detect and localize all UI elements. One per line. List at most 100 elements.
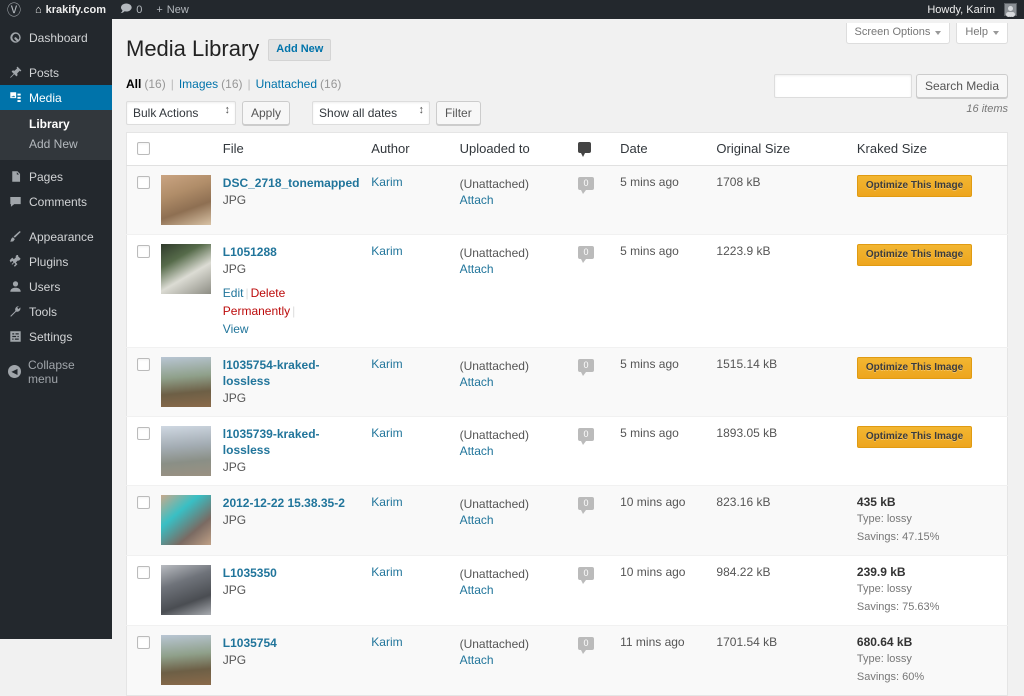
edit-link[interactable]: Edit (223, 286, 244, 300)
help-button[interactable]: Help (956, 23, 1008, 45)
author-link[interactable]: Karim (371, 244, 402, 258)
thumbnail-link[interactable] (160, 494, 211, 545)
attach-link[interactable]: Attach (460, 583, 494, 597)
comments-bubble-menu[interactable]: 🗩 0 (113, 0, 149, 19)
search-input[interactable] (773, 74, 912, 98)
attach-link[interactable]: Attach (460, 375, 494, 389)
bulk-actions-select[interactable]: Bulk Actions (126, 100, 236, 125)
column-header-icon (152, 132, 215, 166)
file-name-link[interactable]: DSC_2718_tonemapped (223, 175, 360, 191)
comment-count-bubble[interactable]: 0 (577, 245, 594, 263)
thumbnail-link[interactable] (160, 174, 211, 225)
column-header-comments[interactable] (569, 132, 613, 166)
author-link[interactable]: Karim (371, 175, 402, 189)
row-select-checkbox[interactable] (137, 175, 150, 189)
search-media-button[interactable]: Search Media (915, 74, 1008, 98)
media-submenu: Library Add New (0, 110, 112, 160)
appearance-brush-icon (8, 230, 22, 244)
attach-link[interactable]: Attach (460, 193, 494, 207)
sidebar-item-tools[interactable]: Tools (0, 299, 112, 324)
sidebar-item-label: Tools (29, 304, 58, 319)
author-link[interactable]: Karim (371, 426, 402, 440)
new-content-menu[interactable]: + New (149, 0, 195, 19)
filter-link-images[interactable]: Images (179, 77, 218, 91)
optimize-this-image-button[interactable]: Optimize This Image (856, 243, 973, 266)
author-link[interactable]: Karim (371, 565, 402, 579)
attach-link[interactable]: Attach (460, 444, 494, 458)
thumbnail-link[interactable] (160, 243, 211, 294)
file-name-link[interactable]: L1035350 (223, 565, 356, 581)
filter-link-unattached[interactable]: Unattached (256, 77, 317, 91)
author-link[interactable]: Karim (371, 495, 402, 509)
file-name-link[interactable]: l1035739-kraked-lossless (223, 426, 356, 458)
column-header-author[interactable]: Author (363, 132, 452, 166)
sidebar-item-pages[interactable]: Pages (0, 164, 112, 189)
view-link[interactable]: View (223, 322, 249, 336)
comment-count-bubble[interactable]: 0 (577, 427, 594, 445)
author-link[interactable]: Karim (371, 635, 402, 649)
sidebar-item-comments[interactable]: Comments (0, 189, 112, 214)
optimize-this-image-button[interactable]: Optimize This Image (856, 174, 973, 197)
admin-sidebar: Dashboard Posts Media Library Add New Pa… (0, 19, 120, 639)
row-select-checkbox[interactable] (137, 495, 150, 509)
sidebar-item-dashboard[interactable]: Dashboard (0, 25, 112, 50)
row-select-checkbox[interactable] (137, 635, 150, 649)
thumbnail-link[interactable] (160, 634, 211, 685)
sidebar-item-posts[interactable]: Posts (0, 60, 112, 85)
column-header-date[interactable]: Date (612, 132, 709, 166)
row-comments-cell: 0 (569, 346, 613, 417)
comment-count-bubble[interactable]: 0 (577, 566, 594, 584)
my-account-menu[interactable]: Howdy, Karim (920, 0, 1024, 19)
sidebar-item-appearance[interactable]: Appearance (0, 224, 112, 249)
column-header-file[interactable]: File (214, 132, 364, 166)
row-file-cell: l1035754-kraked-lossless JPG (214, 346, 364, 417)
users-icon (8, 280, 22, 294)
attach-link[interactable]: Attach (460, 653, 494, 667)
row-original-size-cell: 823.16 kB (708, 484, 849, 556)
row-original-size-cell: 1515.14 kB (708, 346, 849, 417)
row-thumbnail-cell (152, 624, 215, 696)
file-name-link[interactable]: l1035754-kraked-lossless (223, 357, 356, 389)
thumbnail-link[interactable] (160, 564, 211, 615)
screen-options-button[interactable]: Screen Options (845, 23, 951, 45)
row-date-cell: 11 mins ago (612, 624, 709, 696)
sidebar-item-plugins[interactable]: Plugins (0, 249, 112, 274)
sidebar-item-settings[interactable]: Settings (0, 324, 112, 349)
attach-link[interactable]: Attach (460, 513, 494, 527)
site-name-menu[interactable]: ⌂ krakify.com (28, 0, 113, 19)
date-filter-select[interactable]: Show all dates (312, 100, 431, 125)
author-link[interactable]: Karim (371, 357, 402, 371)
file-name-link[interactable]: L1035754 (223, 635, 356, 651)
comment-count-bubble[interactable]: 0 (577, 176, 594, 194)
row-select-checkbox[interactable] (137, 426, 150, 440)
sidebar-item-users[interactable]: Users (0, 274, 112, 299)
comment-count-bubble[interactable]: 0 (577, 358, 594, 376)
wp-logo-menu[interactable]: Ⓥ (0, 0, 28, 19)
row-uploaded-to-cell: (Unattached) Attach (451, 346, 570, 417)
row-select-checkbox[interactable] (137, 357, 150, 371)
filter-link-all[interactable]: All (126, 77, 141, 91)
comment-count-bubble[interactable]: 0 (577, 496, 594, 514)
thumbnail-link[interactable] (160, 356, 211, 407)
attach-link[interactable]: Attach (460, 262, 494, 276)
filter-count-images: (16) (221, 76, 243, 91)
optimize-this-image-button[interactable]: Optimize This Image (856, 425, 973, 448)
file-name-link[interactable]: L1051288 (223, 244, 356, 260)
filter-separator: | (247, 76, 251, 91)
column-header-uploaded-to[interactable]: Uploaded to (451, 132, 570, 166)
row-select-checkbox[interactable] (137, 565, 150, 579)
collapse-menu-button[interactable]: ◀ Collapse menu (0, 358, 112, 386)
row-select-checkbox[interactable] (137, 244, 150, 258)
row-comments-cell: 0 (569, 484, 613, 556)
submenu-item-library[interactable]: Library (0, 114, 112, 134)
add-new-button[interactable]: Add New (268, 39, 332, 62)
file-name-link[interactable]: 2012-12-22 15.38.35-2 (223, 495, 356, 511)
optimize-this-image-button[interactable]: Optimize This Image (856, 356, 973, 379)
apply-button[interactable]: Apply (242, 100, 291, 125)
submenu-item-add-new[interactable]: Add New (0, 134, 112, 154)
filter-button[interactable]: Filter (436, 100, 481, 125)
select-all-checkbox[interactable] (137, 142, 150, 156)
row-file-cell: 2012-12-22 15.38.35-2 JPG (214, 484, 364, 556)
thumbnail-link[interactable] (160, 425, 211, 476)
sidebar-item-media[interactable]: Media (0, 85, 120, 110)
